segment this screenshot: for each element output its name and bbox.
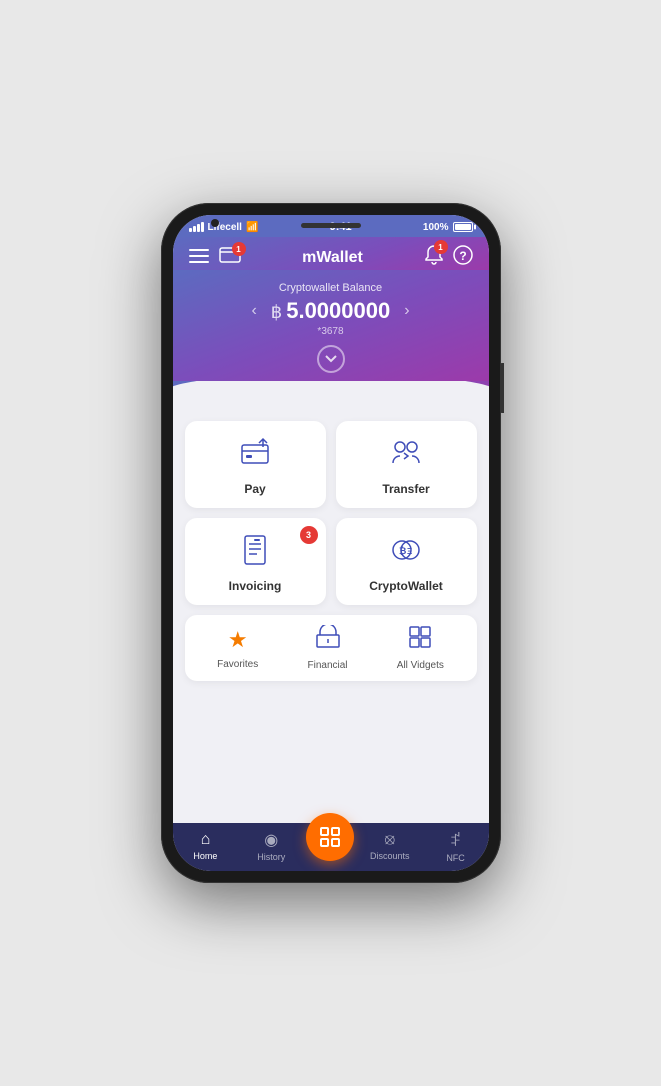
header-right: 1 ? [425, 245, 473, 270]
nav-scan[interactable] [304, 831, 357, 861]
home-icon: ⌂ [201, 831, 211, 849]
nav-home[interactable]: ⌂ Home [173, 831, 239, 861]
all-vidgets-label: All Vidgets [397, 660, 444, 671]
app-title: mWallet [302, 249, 363, 267]
wifi-icon: 📶 [246, 222, 258, 233]
history-icon: ◉ [264, 830, 278, 850]
help-button[interactable]: ? [453, 245, 473, 270]
side-button [500, 363, 504, 413]
battery-label: 100% [423, 222, 449, 233]
balance-label: Cryptowallet Balance [189, 282, 473, 294]
pay-card[interactable]: Pay [185, 421, 326, 508]
phone-camera [211, 219, 219, 227]
balance-row: ‹ ฿5.0000000 › [189, 298, 473, 324]
financial-widget[interactable]: Financial [308, 625, 348, 671]
widgets-row: ★ Favorites Financial [185, 615, 477, 681]
balance-next[interactable]: › [400, 302, 413, 320]
favorites-widget[interactable]: ★ Favorites [217, 627, 258, 670]
balance-amount-display: ฿5.0000000 [271, 298, 390, 324]
invoicing-badge: 3 [300, 526, 318, 544]
bottom-nav: ⌂ Home ◉ History ⦻ Discoun [173, 823, 489, 871]
invoicing-icon [239, 534, 271, 571]
favorites-label: Favorites [217, 659, 258, 670]
balance-prev[interactable]: ‹ [247, 302, 260, 320]
balance-section: Cryptowallet Balance ‹ ฿5.0000000 › *367… [173, 270, 489, 381]
expand-button[interactable] [317, 345, 345, 373]
scan-button[interactable] [306, 813, 354, 861]
nav-discounts[interactable]: ⦻ Discounts [357, 831, 423, 861]
transfer-card[interactable]: Transfer [336, 421, 477, 508]
home-label: Home [193, 851, 217, 861]
phone-speaker [301, 223, 361, 228]
transfer-label: Transfer [382, 482, 429, 496]
notification-button[interactable]: 1 [425, 245, 443, 270]
currency-symbol: ฿ [271, 302, 282, 322]
invoicing-card[interactable]: 3 Invoicing [185, 518, 326, 605]
status-left: Lifecell 📶 [189, 222, 259, 233]
header-left: 1 [189, 247, 241, 268]
nfc-label: NFC [446, 853, 465, 863]
main-content: Pay Transfer [173, 411, 489, 823]
battery-icon [453, 222, 473, 232]
nav-history[interactable]: ◉ History [238, 830, 304, 862]
nav-nfc[interactable]: ꈆ NFC [423, 829, 489, 863]
notification-badge: 1 [434, 240, 448, 254]
phone-screen: Lifecell 📶 9:41 100% [173, 215, 489, 871]
cryptowallet-icon: ₿ Ξ [390, 534, 422, 571]
status-right: 100% [423, 222, 473, 233]
all-vidgets-icon [408, 625, 432, 654]
phone-device: Lifecell 📶 9:41 100% [161, 203, 501, 883]
pay-label: Pay [244, 482, 265, 496]
signal-icon [189, 222, 204, 232]
svg-text:?: ? [459, 249, 466, 263]
transfer-icon [390, 437, 422, 474]
invoicing-label: Invoicing [229, 579, 282, 593]
history-label: History [257, 852, 285, 862]
discounts-icon: ⦻ [384, 831, 395, 849]
card-badge: 1 [232, 242, 246, 256]
svg-text:Ξ: Ξ [407, 547, 412, 556]
svg-text:₿: ₿ [399, 546, 406, 556]
wave-divider [173, 381, 489, 411]
all-vidgets-widget[interactable]: All Vidgets [397, 625, 444, 671]
app-header: 1 mWallet 1 ? [173, 237, 489, 270]
account-number: *3678 [189, 326, 473, 337]
balance-value: 5.0000000 [286, 298, 390, 323]
cards-button[interactable]: 1 [219, 247, 241, 268]
pay-icon [239, 437, 271, 474]
nfc-icon: ꈆ [449, 829, 462, 851]
discounts-label: Discounts [370, 851, 410, 861]
cryptowallet-label: CryptoWallet [369, 579, 443, 593]
menu-button[interactable] [189, 247, 209, 268]
service-grid-row1: Pay Transfer [185, 421, 477, 508]
service-grid-row2: 3 Invoicing ₿ Ξ CryptoWallet [185, 518, 477, 605]
cryptowallet-card[interactable]: ₿ Ξ CryptoWallet [336, 518, 477, 605]
favorites-icon: ★ [228, 627, 248, 653]
financial-icon [316, 625, 340, 654]
financial-label: Financial [308, 660, 348, 671]
